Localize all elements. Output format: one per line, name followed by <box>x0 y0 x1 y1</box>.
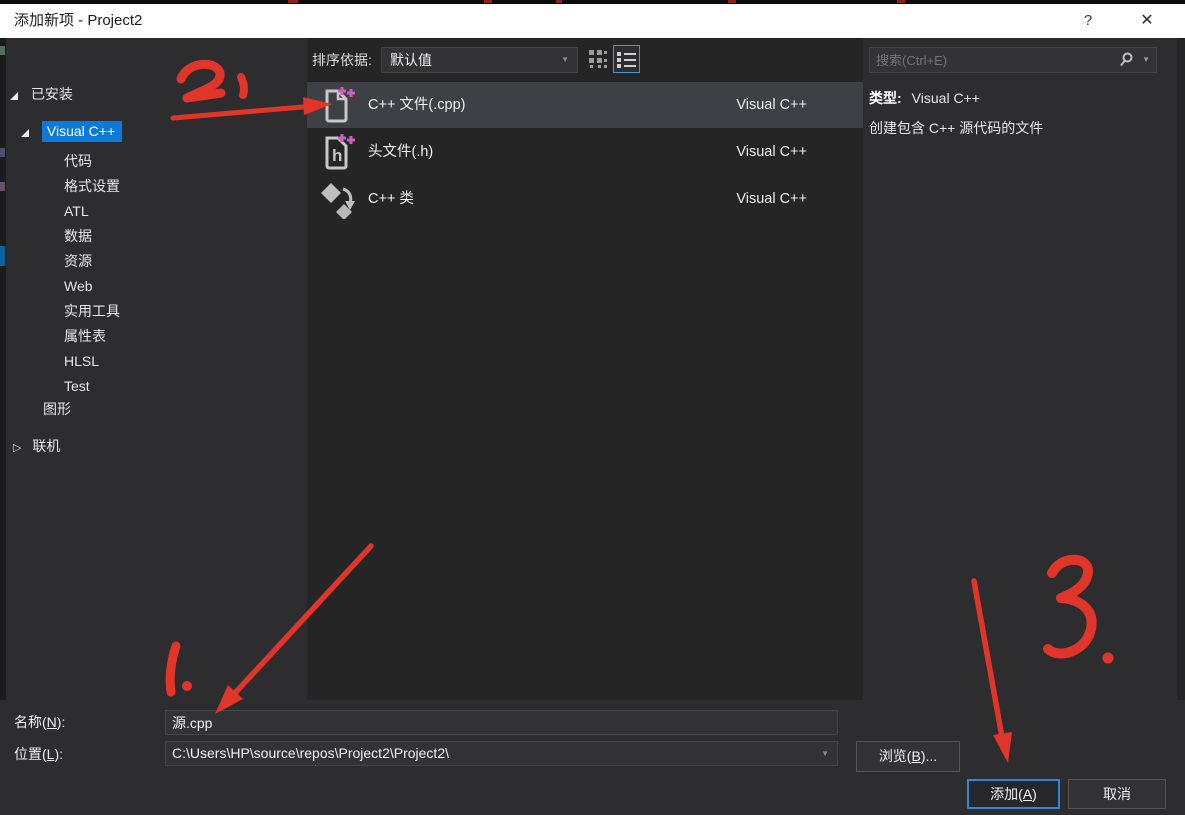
template-description: 创建包含 C++ 源代码的文件 <box>869 120 1044 136</box>
sidebar-item-label: HLSL <box>64 353 100 369</box>
sidebar-item-property-sheets[interactable]: 属性表 <box>64 326 106 346</box>
dialog-title: 添加新项 - Project2 <box>14 12 143 29</box>
search-input[interactable] <box>870 48 1108 72</box>
search-box: ▼ <box>869 47 1157 73</box>
search-icon[interactable] <box>1119 52 1134 67</box>
type-value: Visual C++ <box>911 90 980 106</box>
name-label: 名称(N): <box>14 714 66 730</box>
sidebar-item-resource[interactable]: 资源 <box>64 251 92 271</box>
panel-right-edge <box>1177 38 1185 700</box>
sort-by-select[interactable]: 默认值 ▼ <box>381 47 578 73</box>
name-field-wrap <box>165 710 838 735</box>
sidebar-item-label: ATL <box>64 203 89 219</box>
sidebar-item-label: Test <box>64 378 90 394</box>
title-bar: 添加新项 - Project2 ? ✕ <box>0 4 1185 38</box>
chevron-down-icon: ▼ <box>561 55 569 64</box>
sidebar-item-test[interactable]: Test <box>64 376 90 396</box>
sidebar-item-label-selected: Visual C++ <box>41 121 123 142</box>
template-type-row: 类型: Visual C++ <box>869 88 980 108</box>
sidebar-item-visual-cpp[interactable]: Visual C++ <box>21 121 123 142</box>
location-combobox[interactable]: C:\Users\HP\source\repos\Project2\Projec… <box>165 741 838 766</box>
sort-by-label: 排序依据: <box>312 52 372 68</box>
sidebar-item-label: 实用工具 <box>64 303 120 319</box>
location-label: 位置(L): <box>14 746 64 762</box>
add-button[interactable]: 添加(A) <box>967 779 1060 809</box>
chevron-collapsed-icon[interactable]: ▷ <box>13 438 21 458</box>
template-row-header-file[interactable]: h 头文件(.h) Visual C++ <box>307 129 863 175</box>
grid-view-icon <box>588 50 607 68</box>
sidebar-item-installed[interactable]: 已安装 <box>10 84 73 104</box>
svg-text:h: h <box>332 146 342 165</box>
search-options-caret-icon[interactable]: ▼ <box>1142 48 1150 72</box>
type-label: 类型: <box>869 90 902 106</box>
sidebar-item-hlsl[interactable]: HLSL <box>64 351 99 371</box>
sidebar-item-web[interactable]: Web <box>64 276 93 296</box>
sidebar-item-formatting[interactable]: 格式设置 <box>64 176 120 196</box>
list-view-button[interactable] <box>613 45 640 73</box>
template-name: C++ 文件(.cpp) <box>368 97 466 113</box>
template-category: Visual C++ <box>736 144 807 160</box>
template-name: C++ 类 <box>368 191 414 207</box>
sidebar-item-label: 资源 <box>64 253 92 269</box>
sidebar-item-label: 数据 <box>64 228 92 244</box>
chevron-expanded-icon[interactable] <box>21 129 29 137</box>
sidebar-item-label: 图形 <box>43 401 71 417</box>
cpp-class-icon <box>319 179 357 220</box>
close-button[interactable]: ✕ <box>1122 4 1172 38</box>
template-category: Visual C++ <box>736 97 807 113</box>
sidebar-item-label: 代码 <box>64 153 92 169</box>
sidebar-item-online[interactable]: ▷ 联机 <box>13 436 60 456</box>
add-new-item-dialog: 添加新项 - Project2 ? ✕ 已安装 Visual C++ 代码 格式… <box>0 0 1185 815</box>
category-tree: 已安装 Visual C++ 代码 格式设置 ATL 数据 资源 Web 实用工… <box>6 38 307 700</box>
sidebar-item-label: 格式设置 <box>64 178 120 194</box>
medium-icons-view-button[interactable] <box>584 45 611 73</box>
sidebar-item-label: 已安装 <box>30 86 73 102</box>
sidebar-item-label: Web <box>64 278 93 294</box>
sidebar-item-label: 联机 <box>32 438 61 454</box>
sidebar-item-utility[interactable]: 实用工具 <box>64 301 120 321</box>
template-row-cpp-class[interactable]: C++ 类 Visual C++ <box>307 176 863 222</box>
sidebar-item-data[interactable]: 数据 <box>64 226 92 246</box>
sidebar-item-label: 属性表 <box>64 328 106 344</box>
name-input[interactable] <box>166 711 837 734</box>
cancel-button[interactable]: 取消 <box>1068 779 1166 809</box>
template-name: 头文件(.h) <box>368 144 434 160</box>
template-category: Visual C++ <box>736 191 807 207</box>
sort-by-value: 默认值 <box>390 52 432 68</box>
sidebar-item-code[interactable]: 代码 <box>64 151 92 171</box>
list-view-icon <box>617 51 636 68</box>
chevron-expanded-icon[interactable] <box>10 92 18 100</box>
help-button[interactable]: ? <box>1068 4 1108 38</box>
browse-button[interactable]: 浏览(B)... <box>856 741 960 772</box>
chevron-down-icon: ▼ <box>821 749 829 758</box>
header-file-icon: h <box>319 132 357 172</box>
sidebar-item-atl[interactable]: ATL <box>64 201 89 221</box>
location-value: C:\Users\HP\source\repos\Project2\Projec… <box>172 745 449 761</box>
cpp-file-icon <box>319 85 357 125</box>
sidebar-item-graphics[interactable]: 图形 <box>43 399 71 419</box>
template-row-cpp-file[interactable]: C++ 文件(.cpp) Visual C++ <box>307 82 863 128</box>
